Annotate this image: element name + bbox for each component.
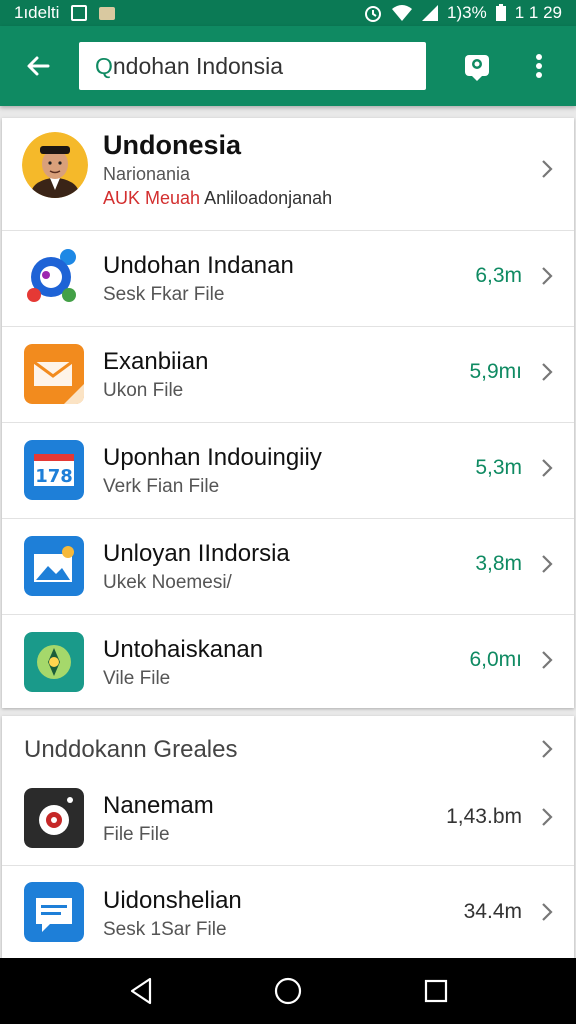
search-input[interactable]: [112, 52, 413, 80]
app-title: Exanbiian: [103, 348, 209, 375]
app-icon-maps: [24, 632, 84, 692]
search-box[interactable]: Q: [79, 42, 426, 90]
app-title: Unloyan IIndorsia: [103, 540, 290, 567]
app-icon-chat: [27, 249, 76, 302]
app-icon-calendar: 178: [24, 440, 84, 500]
alarm-icon: [365, 6, 382, 22]
app-title: Undohan Indanan: [103, 252, 294, 279]
clock: 1 1 29: [514, 3, 562, 22]
section-item-size: 1,43.bm: [446, 805, 522, 828]
status-left-text: 1ıdelti: [14, 3, 60, 22]
section-header-row[interactable]: Unddokann Greales: [2, 716, 574, 780]
section-item-row[interactable]: Nanemam File File 1,43.bm: [2, 780, 574, 866]
section-header: Unddokann Greales: [24, 736, 238, 763]
app-icon-photo: [24, 536, 84, 596]
status-bar: 1ıdelti 1)3% 1 1 29: [0, 0, 576, 26]
app-icon-mail: [24, 344, 84, 404]
app-size: 6,0mı: [469, 648, 522, 671]
notification-icon: [99, 6, 116, 20]
chevron-right-icon: [540, 553, 554, 573]
app-row[interactable]: Unloyan IIndorsia Ukek Noemesi/ 3,8m: [2, 519, 574, 615]
app-title: Uponhan Indouingiiy: [103, 444, 322, 471]
app-size: 5,9mı: [469, 360, 522, 383]
section-item-subtitle: File File: [103, 824, 170, 845]
navigation-bar: [0, 958, 576, 1024]
chevron-right-icon: [540, 265, 554, 285]
profile-title: Undonesia: [103, 130, 242, 160]
more-options-icon[interactable]: [521, 48, 557, 84]
gallery-notification-icon: [71, 5, 88, 21]
assistant-icon[interactable]: [459, 48, 495, 84]
profile-tagline: AUK Meuah Anliloadonjanah: [103, 188, 332, 209]
section-item-title: Nanemam: [103, 792, 214, 819]
app-title: Untohaiskanan: [103, 636, 264, 663]
app-bar: Q: [0, 26, 576, 106]
section-item-size: 34.4m: [463, 900, 522, 923]
nav-recents-icon[interactable]: [421, 976, 451, 1006]
app-subtitle: Verk Fian File: [103, 476, 220, 497]
app-subtitle: Ukon File: [103, 380, 184, 401]
wifi-icon: [392, 5, 413, 21]
app-row[interactable]: 178 Uponhan Indouingiiy Verk Fian File 5…: [2, 423, 574, 519]
app-size: 3,8m: [475, 552, 522, 575]
section-item-subtitle: Sesk 1Sar File: [103, 919, 227, 940]
app-subtitle: Sesk Fkar File: [103, 284, 225, 305]
profile-subtitle: Narionania: [103, 164, 191, 184]
chevron-right-icon: [540, 738, 554, 758]
profile-tagline-red: AUK Meuah: [103, 188, 201, 208]
chevron-right-icon: [540, 649, 554, 669]
app-row[interactable]: Exanbiian Ukon File 5,9mı: [2, 327, 574, 423]
app-subtitle: Ukek Noemesi/: [103, 572, 232, 593]
app-icon-camera: [24, 788, 84, 848]
status-right: 1)3% 1 1 29: [363, 3, 562, 23]
app-size: 6,3m: [475, 264, 522, 287]
chevron-right-icon: [540, 361, 554, 381]
section-item-row[interactable]: Uidonshelian Sesk 1Sar File 34.4m: [2, 866, 574, 958]
battery-icon: [495, 4, 506, 21]
app-icon-message: [24, 882, 84, 942]
avatar: [22, 132, 88, 198]
app-subtitle: Vile File: [103, 668, 171, 689]
chevron-right-icon: [540, 806, 554, 826]
section-card: Unddokann Greales Nanemam File File 1,43…: [2, 716, 574, 958]
battery-percent: 1)3%: [447, 3, 487, 22]
chevron-right-icon: [540, 158, 554, 178]
status-left: 1ıdelti: [14, 3, 116, 23]
nav-back-icon[interactable]: [126, 976, 156, 1006]
svg-text:178: 178: [35, 466, 73, 487]
chevron-right-icon: [540, 457, 554, 477]
results-card: Undonesia Narionania AUK Meuah Anliloado…: [2, 118, 574, 708]
nav-home-icon[interactable]: [273, 976, 303, 1006]
app-row[interactable]: Undohan Indanan Sesk Fkar File 6,3m: [2, 231, 574, 327]
profile-row[interactable]: Undonesia Narionania AUK Meuah Anliloado…: [2, 118, 574, 231]
app-size: 5,3m: [475, 456, 522, 479]
app-row[interactable]: Untohaiskanan Vile File 6,0mı: [2, 615, 574, 710]
search-prefix: Q: [95, 52, 113, 79]
chevron-right-icon: [540, 901, 554, 921]
profile-tagline-dark: Anliloadonjanah: [200, 188, 333, 208]
signal-icon: [422, 5, 439, 21]
back-arrow-icon[interactable]: [22, 50, 54, 82]
section-item-title: Uidonshelian: [103, 887, 242, 914]
